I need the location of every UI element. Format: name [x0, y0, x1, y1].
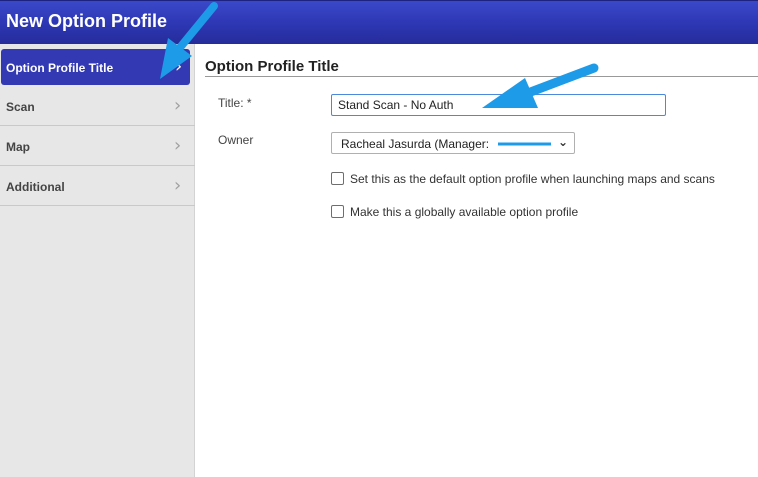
default-profile-checkbox[interactable]	[331, 172, 344, 185]
sidebar-item-option-profile-title[interactable]: Option Profile Title ›	[1, 49, 190, 85]
default-profile-label: Set this as the default option profile w…	[350, 172, 715, 186]
sidebar-item-label: Scan	[6, 100, 35, 114]
sidebar-item-scan[interactable]: Scan ›	[0, 86, 195, 126]
owner-field-label: Owner	[218, 133, 254, 147]
owner-select[interactable]: Racheal Jasurda (Manager: ⌄	[331, 132, 575, 154]
redaction-box	[496, 135, 558, 151]
global-profile-checkbox[interactable]	[331, 205, 344, 218]
chevron-right-icon: ›	[174, 135, 182, 156]
owner-select-value: Racheal Jasurda (Manager:	[341, 137, 490, 151]
title-field-label: Title: *	[218, 96, 252, 110]
heading-divider	[205, 76, 758, 77]
sidebar-item-additional[interactable]: Additional ›	[0, 166, 195, 206]
global-profile-label: Make this a globally available option pr…	[350, 205, 579, 219]
chevron-right-icon: ›	[174, 175, 182, 196]
window-title: New Option Profile	[6, 11, 168, 31]
sidebar-item-label: Additional	[6, 180, 65, 194]
sidebar-item-label: Option Profile Title	[6, 61, 114, 75]
chevron-right-icon: ›	[174, 95, 182, 116]
sidebar-item-label: Map	[6, 140, 30, 154]
chevron-right-icon: ›	[175, 56, 183, 77]
window-title-bar: New Option Profile	[0, 0, 758, 44]
sidebar: Option Profile Title › Scan › Map › Addi…	[0, 44, 195, 477]
sidebar-item-map[interactable]: Map ›	[0, 126, 195, 166]
section-heading: Option Profile Title	[205, 58, 339, 75]
title-input[interactable]	[331, 94, 666, 116]
chevron-down-icon: ⌄	[558, 135, 569, 149]
